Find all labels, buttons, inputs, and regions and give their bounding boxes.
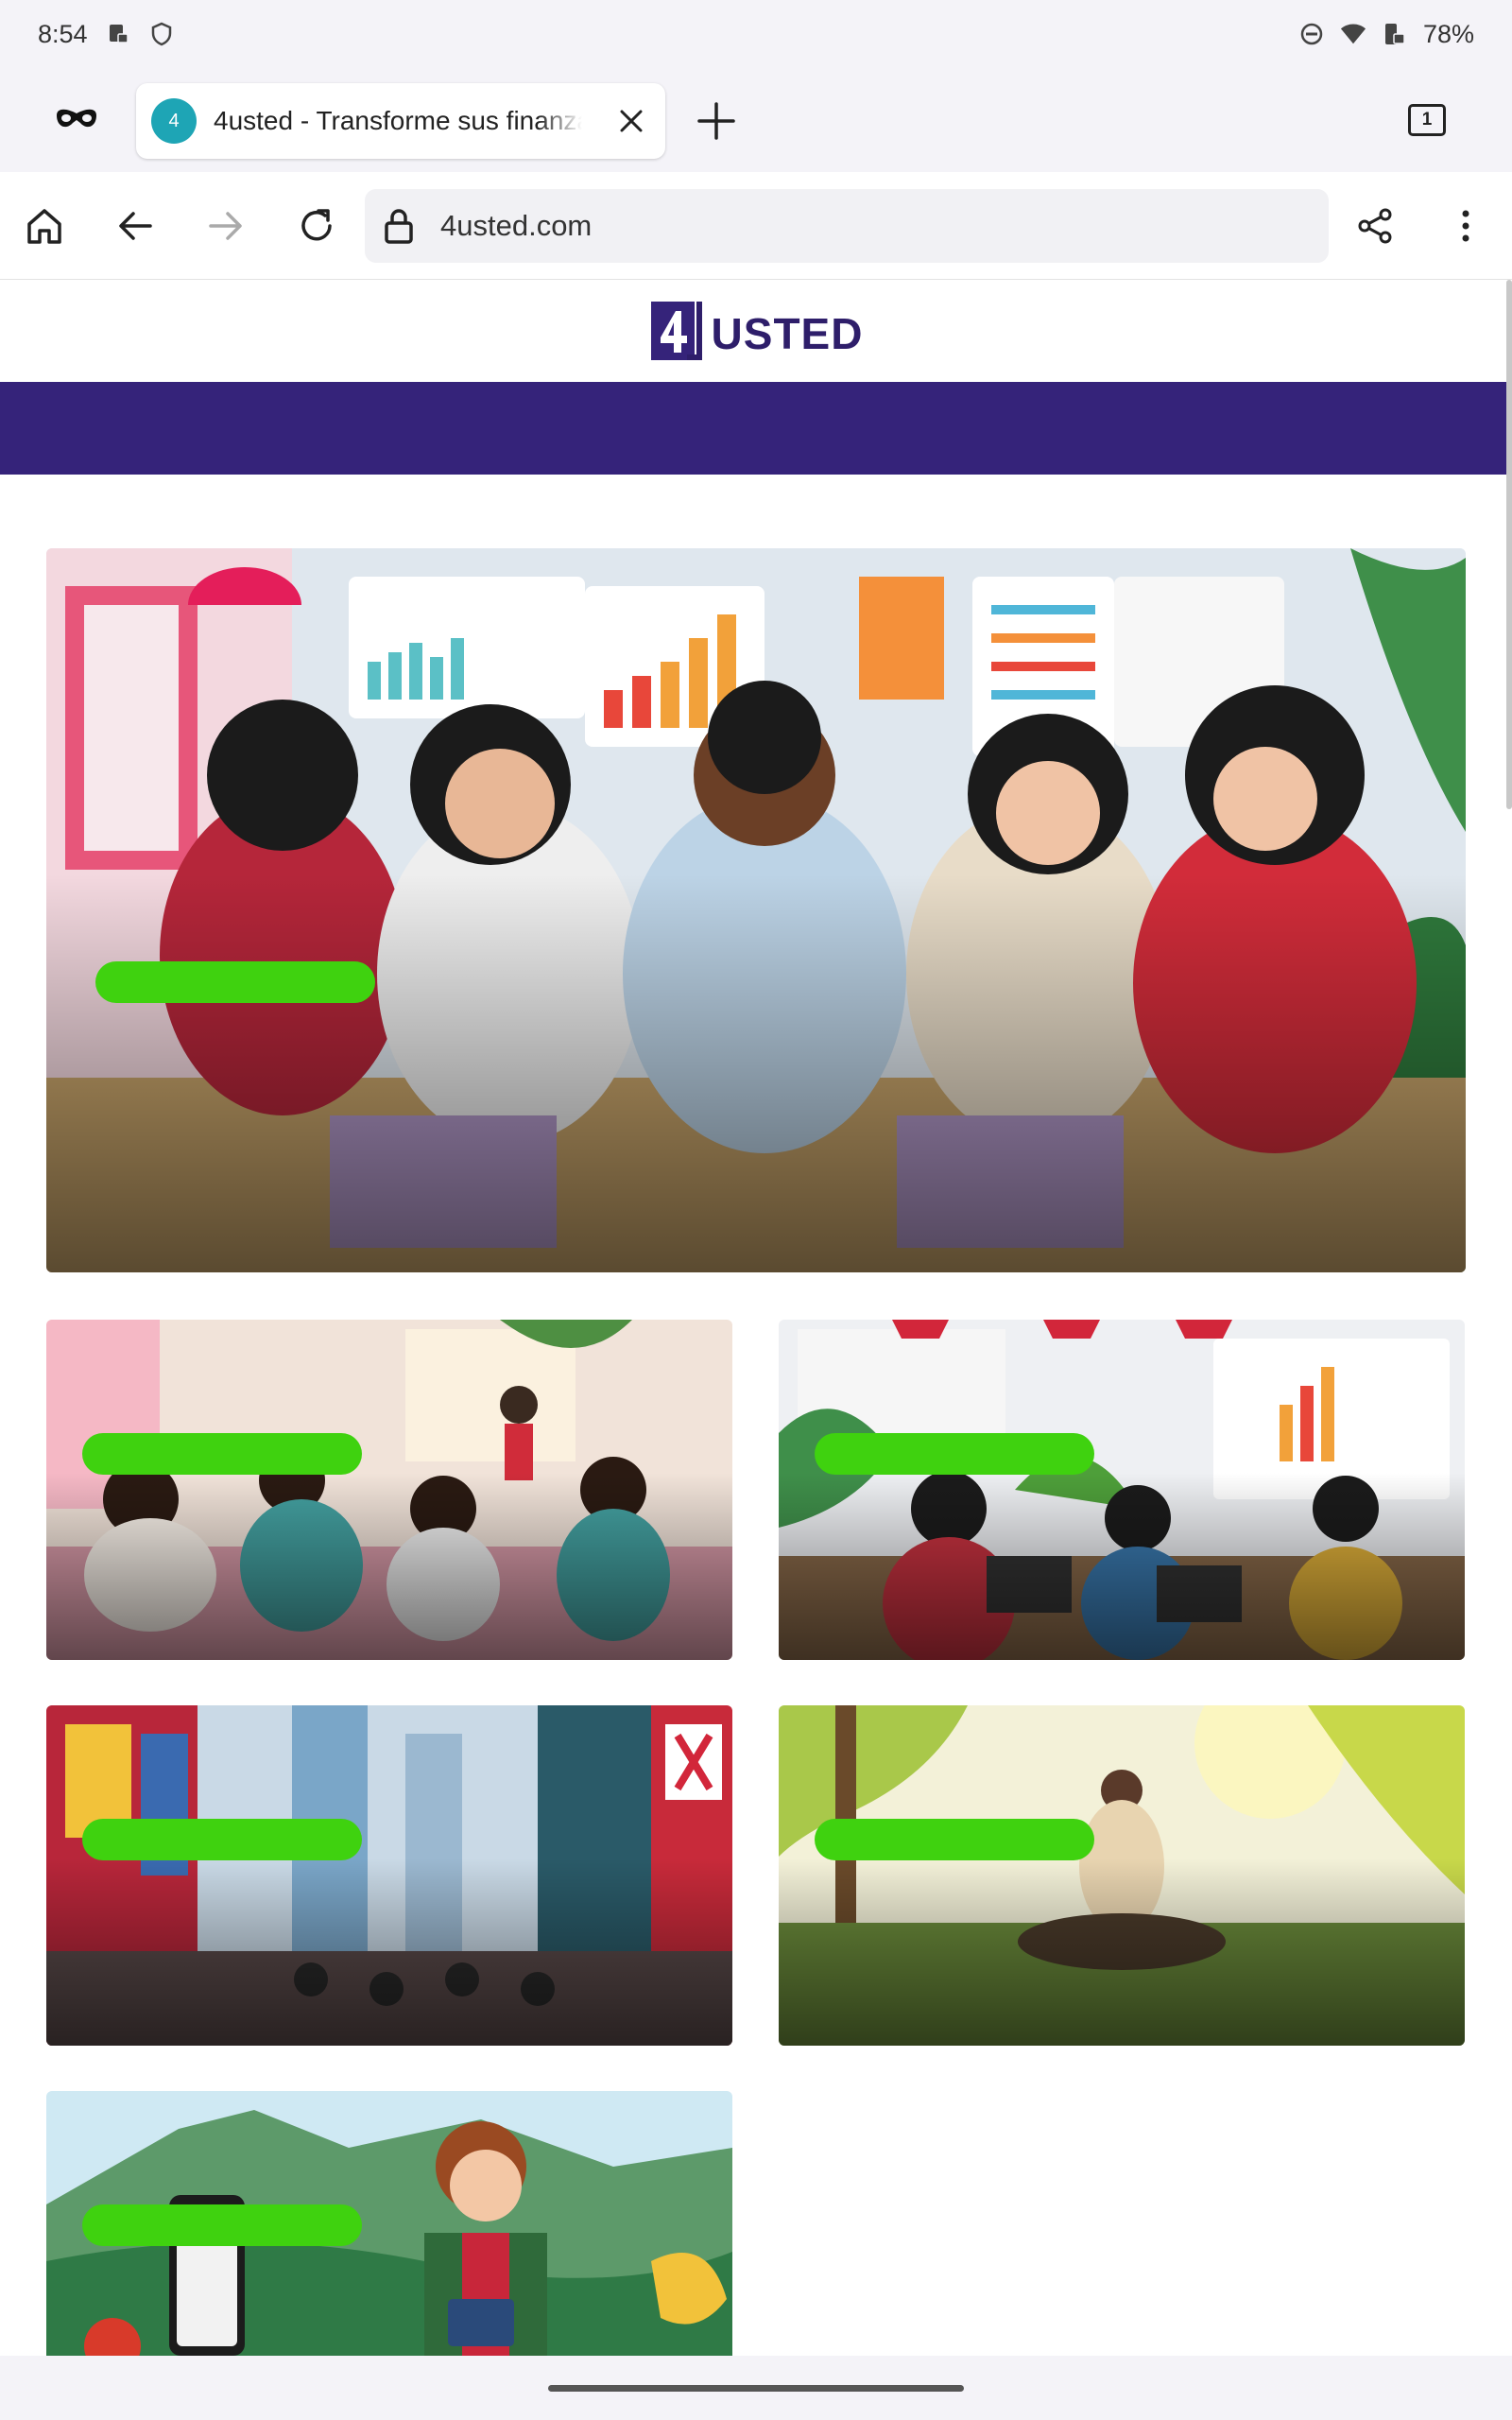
tab-title: 4usted - Transforme sus finanzas: [214, 106, 582, 135]
logo-mark: [649, 300, 708, 362]
new-tab-icon[interactable]: [696, 100, 737, 142]
web-page: USTED: [0, 280, 1512, 2356]
card-title-highlight: [82, 1433, 362, 1475]
back-arrow-icon[interactable]: [113, 204, 157, 248]
wifi-icon: [1340, 21, 1366, 47]
close-tab-icon[interactable]: [612, 102, 650, 140]
card-shade: [46, 1320, 732, 1660]
card-meditation[interactable]: [779, 1705, 1465, 2046]
card-shade: [46, 1705, 732, 2046]
address-bar[interactable]: 4usted.com: [365, 189, 1329, 263]
incognito-icon[interactable]: [55, 104, 98, 136]
tab-strip: 4 4usted - Transforme sus finanzas 1: [0, 68, 1512, 172]
more-options-icon[interactable]: [1444, 204, 1487, 248]
site-favicon: 4: [151, 98, 197, 144]
clock-time: 8:54: [38, 19, 88, 48]
url-text: 4usted.com: [440, 209, 593, 242]
home-gesture-handle[interactable]: [548, 2385, 964, 2392]
tab-switcher-button[interactable]: 1: [1408, 104, 1446, 136]
shield-icon: [148, 21, 175, 47]
card-title-highlight: [815, 1819, 1094, 1860]
tab-active[interactable]: 4 4usted - Transforme sus finanzas: [136, 83, 665, 159]
clipboard-lock-icon: [105, 21, 131, 47]
battery-icon: [1382, 21, 1408, 47]
card-shade: [779, 1320, 1465, 1660]
do-not-disturb-icon: [1298, 21, 1325, 47]
card-title-highlight: [815, 1433, 1094, 1475]
page-scrollbar[interactable]: [1506, 280, 1512, 809]
card-office-plants[interactable]: [779, 1320, 1465, 1660]
card-city-street[interactable]: [46, 1705, 732, 2046]
status-bar: 8:54 78%: [0, 0, 1512, 68]
home-icon[interactable]: [23, 204, 66, 248]
forward-arrow-icon[interactable]: [204, 204, 248, 248]
hero-title-highlight: [95, 961, 375, 1003]
site-nav-band: [0, 382, 1512, 475]
card-traveler[interactable]: [46, 2091, 732, 2356]
site-logo[interactable]: USTED: [649, 300, 864, 362]
logo-wordmark: USTED: [711, 309, 864, 358]
battery-percent: 78%: [1422, 19, 1474, 48]
hero-shade: [46, 548, 1466, 1272]
lock-icon[interactable]: [382, 207, 416, 245]
reload-icon[interactable]: [295, 204, 338, 248]
share-icon[interactable]: [1353, 204, 1397, 248]
system-navigation-bar: [0, 2356, 1512, 2420]
card-people-lounge[interactable]: [46, 1320, 732, 1660]
browser-toolbar: 4usted.com: [0, 172, 1512, 280]
card-shade: [779, 1705, 1465, 2046]
hero-card[interactable]: [46, 548, 1466, 1272]
card-title-highlight: [82, 2204, 362, 2246]
site-header: USTED: [0, 280, 1512, 382]
card-title-highlight: [82, 1819, 362, 1860]
